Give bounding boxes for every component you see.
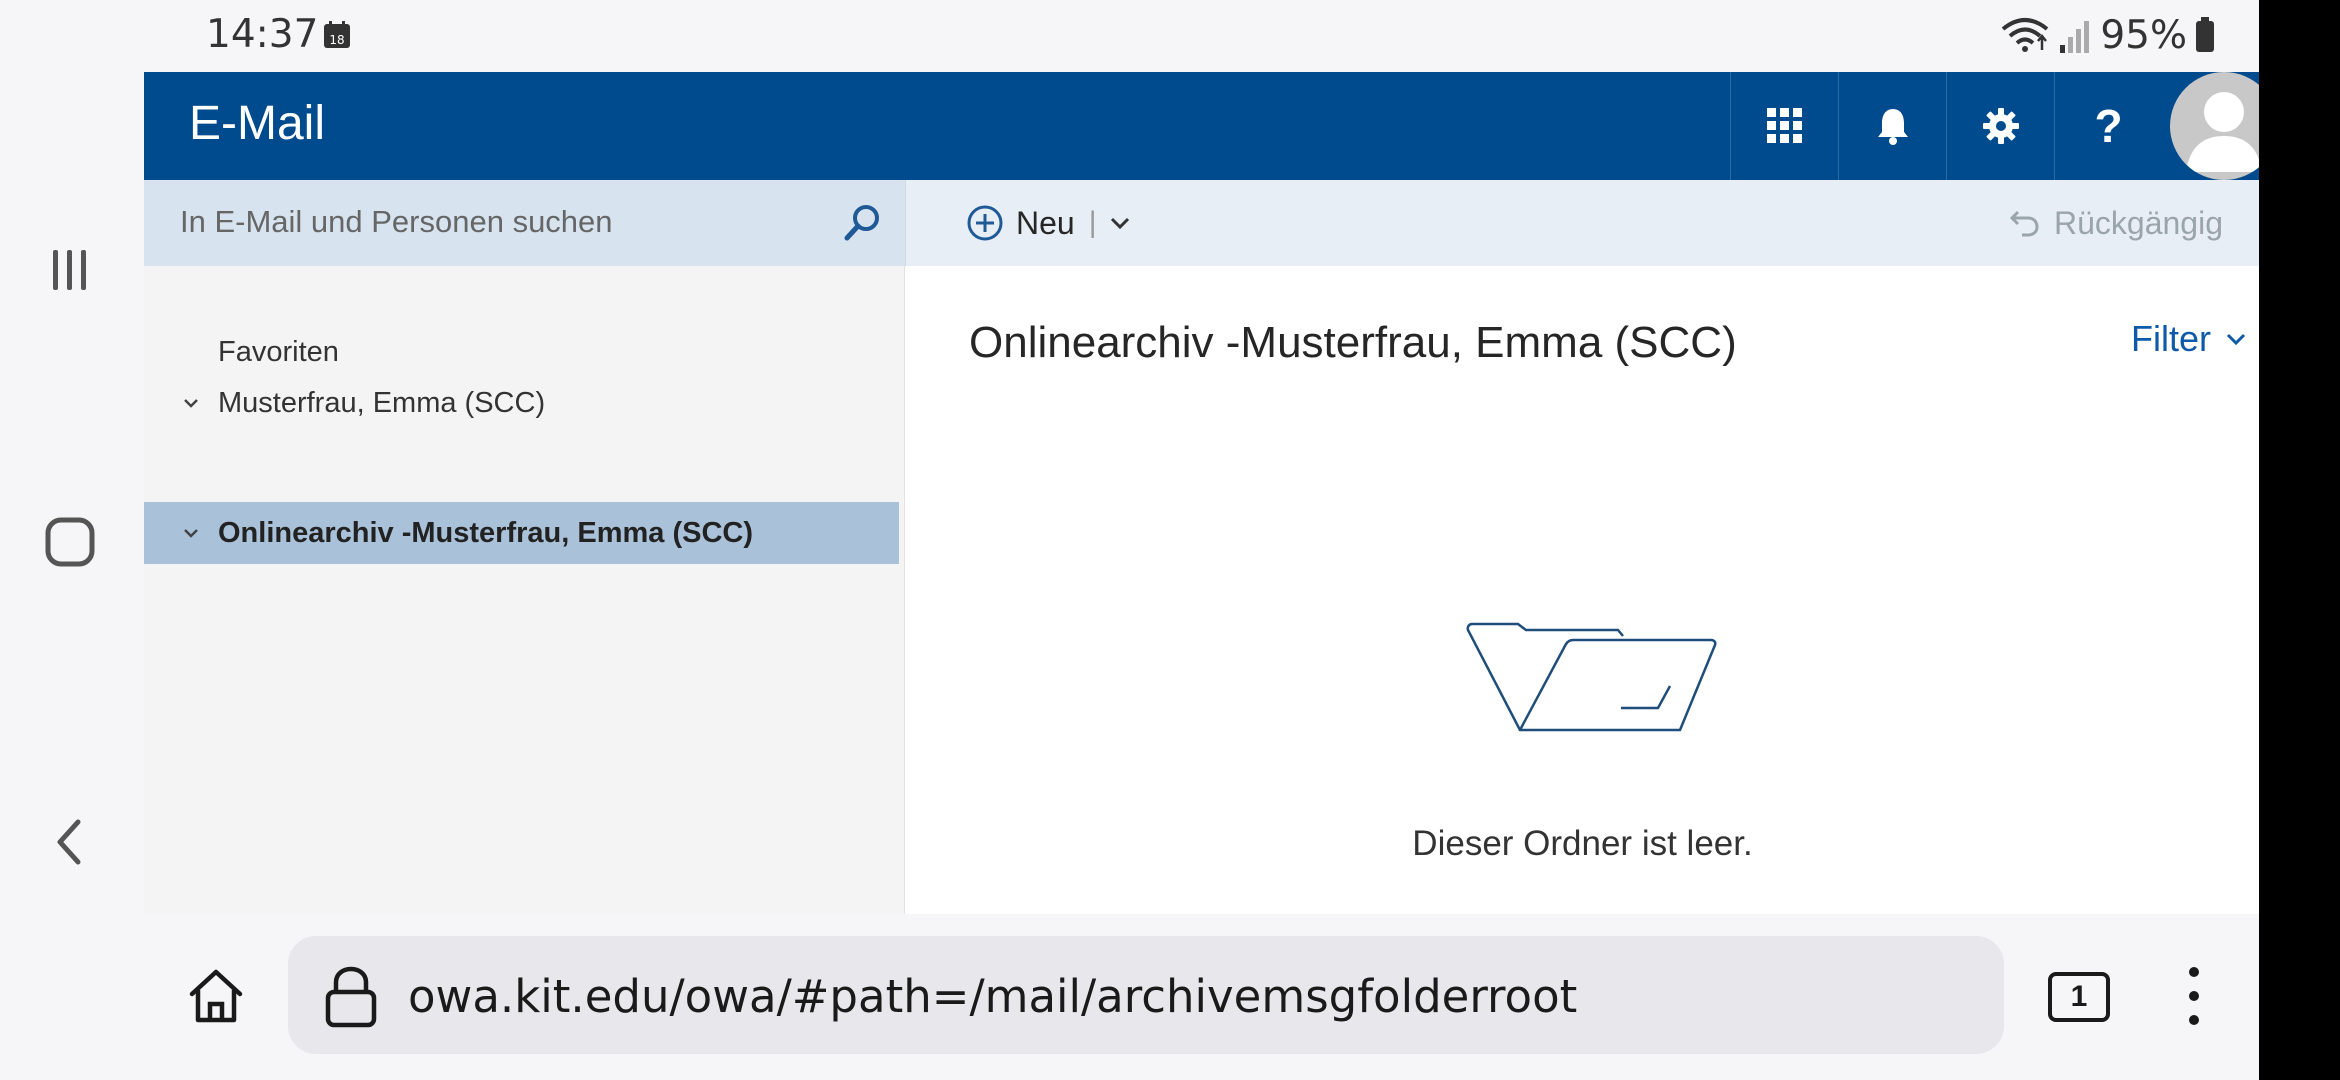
folder-title: Onlinearchiv -Musterfrau, Emma (SCC) — [969, 318, 1737, 367]
signal-icon — [2060, 21, 2090, 53]
home-circle-icon — [45, 517, 95, 567]
chevron-down-icon[interactable] — [1109, 212, 1131, 234]
recent-apps-button[interactable] — [38, 238, 102, 302]
app-header: E-Mail ? — [144, 72, 2259, 180]
screen-edge — [2259, 0, 2340, 1080]
settings-button[interactable] — [1946, 72, 2054, 180]
android-navigation-bar — [0, 72, 144, 912]
add-circle-icon — [967, 205, 1003, 241]
folder-pane: Favoriten Musterfrau, Emma (SCC) Onlinea… — [144, 266, 905, 914]
new-separator: | — [1088, 206, 1097, 239]
lock-icon[interactable] — [322, 966, 380, 1028]
undo-label: Rückgängig — [2054, 204, 2223, 241]
owa-web-app: E-Mail ? In E-Mail und Personen suchen N… — [144, 72, 2259, 914]
bell-icon — [1877, 109, 1908, 145]
home-button[interactable] — [38, 510, 102, 574]
undo-button[interactable]: Rückgängig — [2008, 200, 2223, 246]
help-button[interactable]: ? — [2054, 72, 2162, 180]
chevron-down-icon — [2226, 333, 2246, 346]
new-message-button[interactable]: Neu | — [966, 200, 1131, 246]
undo-icon — [2009, 210, 2039, 237]
tab-count: 1 — [2070, 980, 2088, 1013]
back-icon — [57, 819, 81, 865]
search-bar — [144, 180, 905, 266]
folder-label: Onlinearchiv -Musterfrau, Emma (SCC) — [218, 516, 753, 549]
message-list-pane: Onlinearchiv -Musterfrau, Emma (SCC) Fil… — [906, 266, 2259, 914]
browser-toolbar: owa.kit.edu/owa/#path=/mail/archivemsgfo… — [144, 914, 2259, 1080]
gear-icon — [1982, 108, 2019, 144]
status-bar: 14:37 18 95% — [0, 0, 2340, 72]
empty-folder-message: Dieser Ordner ist leer. — [1412, 824, 1753, 863]
folder-item-mailbox[interactable]: Musterfrau, Emma (SCC) — [144, 372, 899, 434]
avatar[interactable] — [2170, 72, 2259, 180]
status-icons: 95% — [2000, 10, 2215, 60]
search-input[interactable] — [180, 202, 820, 242]
empty-folder-icon — [1466, 622, 1717, 732]
filter-button[interactable]: Filter — [2131, 318, 2247, 360]
favorites-heading[interactable]: Favoriten — [218, 336, 339, 369]
back-button[interactable] — [38, 810, 102, 874]
url-text[interactable]: owa.kit.edu/owa/#path=/mail/archivemsgfo… — [408, 970, 1577, 1023]
status-time: 14:37 — [206, 12, 319, 57]
calendar-icon: 18 — [324, 21, 350, 48]
chevron-down-icon[interactable] — [180, 522, 202, 544]
svg-text:18: 18 — [329, 33, 344, 47]
command-bar: Neu | Rückgängig — [905, 180, 2259, 266]
home-icon[interactable] — [184, 964, 248, 1028]
battery-icon — [2196, 17, 2214, 52]
notifications-button[interactable] — [1838, 72, 1946, 180]
search-icon[interactable] — [842, 202, 882, 242]
battery-percent: 95% — [2100, 12, 2187, 58]
address-bar[interactable]: owa.kit.edu/owa/#path=/mail/archivemsgfo… — [288, 936, 2004, 1054]
app-grid-icon — [1766, 108, 1802, 143]
filter-label: Filter — [2131, 318, 2211, 359]
user-icon — [2186, 92, 2259, 172]
more-options-icon[interactable] — [2184, 964, 2204, 1028]
new-message-label: Neu — [1016, 204, 1075, 241]
app-title: E-Mail — [189, 97, 326, 150]
folder-item-online-archive[interactable]: Onlinearchiv -Musterfrau, Emma (SCC) — [144, 502, 899, 564]
chevron-down-icon[interactable] — [180, 392, 202, 414]
wifi-icon — [2002, 18, 2049, 52]
help-icon: ? — [2094, 100, 2123, 152]
recent-apps-icon — [53, 250, 86, 290]
folder-label: Musterfrau, Emma (SCC) — [218, 386, 546, 419]
app-launcher-button[interactable] — [1730, 72, 1838, 180]
tab-switcher-button[interactable]: 1 — [2048, 972, 2110, 1022]
